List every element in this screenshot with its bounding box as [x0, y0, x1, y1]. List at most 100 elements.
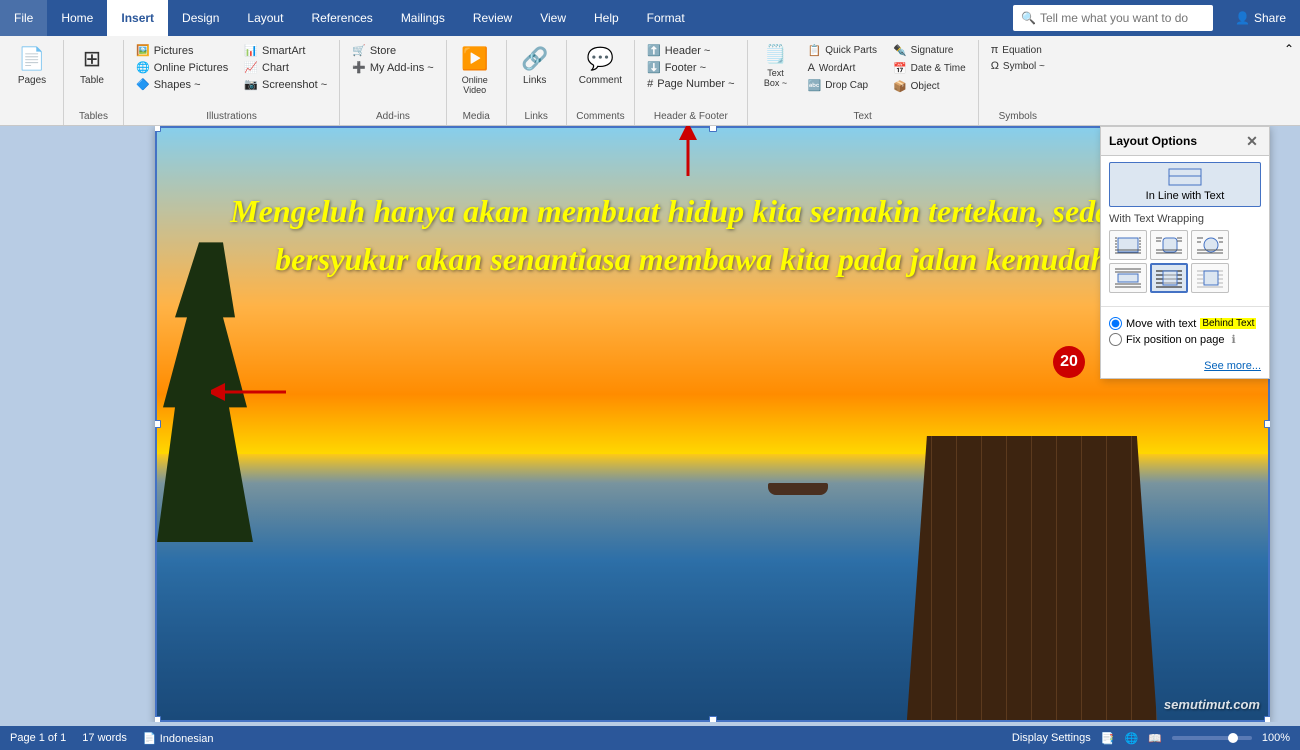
search-box[interactable]: 🔍 [1013, 5, 1213, 31]
tab-bar: File Home Insert Design Layout Reference… [0, 0, 1300, 36]
top-bottom-icon [1114, 267, 1142, 289]
tab-references[interactable]: References [297, 0, 386, 36]
handle-bottom-right[interactable] [1264, 716, 1270, 722]
view-read-icon[interactable]: 📖 [1148, 732, 1162, 745]
drop-cap-button[interactable]: 🔤 Drop Cap [802, 77, 883, 94]
handle-bottom-center[interactable] [709, 716, 717, 722]
my-addins-button[interactable]: ➕ My Add-ins ~ [346, 59, 440, 76]
table-button[interactable]: ⊞ Table [70, 42, 114, 90]
fix-position-radio[interactable] [1109, 333, 1122, 346]
handle-top-center[interactable] [709, 126, 717, 132]
tab-mailings[interactable]: Mailings [387, 0, 459, 36]
ribbon-text-label: Text [754, 109, 972, 125]
handle-bottom-left[interactable] [155, 716, 161, 722]
datetime-button[interactable]: 📅 Date & Time [887, 60, 972, 77]
ribbon-group-links: 🔗 Links Links [507, 40, 567, 125]
header-button[interactable]: ⬆️ Header ~ [641, 42, 740, 59]
store-button[interactable]: 🛒 Store [346, 42, 440, 59]
pages-button[interactable]: 📄 Pages [10, 42, 54, 90]
through-wrap-button[interactable] [1191, 230, 1229, 260]
ribbon-group-addins: 🛒 Store ➕ My Add-ins ~ Add-ins [340, 40, 447, 125]
chart-icon: 📈 [244, 61, 258, 74]
zoom-slider[interactable] [1172, 736, 1252, 740]
handle-middle-left[interactable] [155, 420, 161, 428]
smartart-button[interactable]: 📊 SmartArt [238, 42, 333, 59]
move-with-text-label: Move with text [1126, 318, 1196, 330]
ribbon-group-comments: 💬 Comment Comments [567, 40, 635, 125]
screenshot-button[interactable]: 📷 Screenshot ~ [238, 76, 333, 93]
footer-button[interactable]: ⬇️ Footer ~ [641, 59, 740, 76]
signature-icon: ✒️ [893, 44, 907, 57]
word-count: 17 words [82, 732, 127, 744]
ribbon-addins-label: Add-ins [346, 109, 440, 125]
view-web-icon[interactable]: 🌐 [1124, 732, 1138, 745]
equation-button[interactable]: π Equation [985, 42, 1051, 58]
links-button[interactable]: 🔗 Links [513, 42, 557, 90]
see-more-section: See more... [1101, 355, 1269, 378]
signature-button[interactable]: ✒️ Signature [887, 42, 972, 59]
tab-help[interactable]: Help [580, 0, 633, 36]
zoom-thumb[interactable] [1228, 733, 1238, 743]
ribbon-symbols-label: Symbols [985, 109, 1051, 125]
quickparts-icon: 📋 [808, 44, 822, 57]
tab-view[interactable]: View [526, 0, 580, 36]
ribbon-group-media: ▶️ OnlineVideo Media [447, 40, 507, 125]
handle-top-left[interactable] [155, 126, 161, 132]
wordart-icon: A [808, 62, 815, 74]
ribbon-group-symbols: π Equation Ω Symbol ~ Symbols [979, 40, 1057, 125]
right-margin [1270, 126, 1300, 722]
see-more-link[interactable]: See more... [1204, 360, 1261, 372]
square-wrap-button[interactable] [1109, 230, 1147, 260]
page-number-button[interactable]: # Page Number ~ [641, 76, 740, 92]
layout-close-button[interactable]: ✕ [1243, 132, 1261, 150]
object-button[interactable]: 📦 Object [887, 78, 972, 95]
tight-wrap-button[interactable] [1150, 230, 1188, 260]
pictures-button[interactable]: 🖼️ Pictures [130, 42, 234, 59]
in-front-text-button[interactable] [1191, 263, 1229, 293]
view-print-icon[interactable]: 📑 [1101, 732, 1115, 745]
through-wrap-icon [1196, 234, 1224, 256]
inline-with-text-button[interactable]: In Line with Text [1109, 162, 1261, 207]
store-icon: 🛒 [352, 44, 366, 57]
document-page: Mengeluh hanya akan membuat hidup kita s… [155, 126, 1270, 722]
comment-button[interactable]: 💬 Comment [573, 42, 628, 90]
tab-file[interactable]: File [0, 0, 47, 36]
video-icon: ▶️ [461, 46, 488, 72]
tab-review[interactable]: Review [459, 0, 526, 36]
layout-panel-header: Layout Options ✕ [1101, 127, 1269, 156]
symbols-col: π Equation Ω Symbol ~ [985, 42, 1051, 74]
wordart-button[interactable]: A WordArt [802, 60, 883, 76]
tab-format[interactable]: Format [633, 0, 699, 36]
layout-divider [1101, 306, 1269, 307]
zoom-level: 100% [1262, 732, 1290, 744]
fix-position-label: Fix position on page [1126, 334, 1224, 346]
hf-col: ⬆️ Header ~ ⬇️ Footer ~ # Page Number ~ [641, 42, 740, 92]
top-bottom-wrap-button[interactable] [1109, 263, 1147, 293]
behind-text-button[interactable] [1150, 263, 1188, 293]
symbol-icon: Ω [991, 60, 999, 72]
symbol-button[interactable]: Ω Symbol ~ [985, 58, 1051, 74]
textbox-button[interactable]: 🗒️ TextBox ~ [754, 42, 798, 90]
share-button[interactable]: 👤 Share [1221, 0, 1300, 36]
tab-layout[interactable]: Layout [233, 0, 297, 36]
person-icon: 👤 [1235, 11, 1250, 25]
ribbon: 📄 Pages ⊞ Table Tables 🖼️ Pictures 🌐 [0, 36, 1300, 126]
search-input[interactable] [1040, 11, 1200, 25]
shapes-button[interactable]: 🔷 Shapes ~ [130, 76, 234, 93]
online-video-button[interactable]: ▶️ OnlineVideo [453, 42, 497, 99]
tab-home[interactable]: Home [47, 0, 107, 36]
move-with-text-radio[interactable] [1109, 317, 1122, 330]
in-front-icon [1196, 267, 1224, 289]
handle-middle-right[interactable] [1264, 420, 1270, 428]
tab-insert[interactable]: Insert [107, 0, 168, 36]
ribbon-collapse-button[interactable]: ⌃ [1282, 40, 1296, 58]
badge-20: 20 [1053, 346, 1085, 378]
online-pictures-button[interactable]: 🌐 Online Pictures [130, 59, 234, 76]
tab-design[interactable]: Design [168, 0, 233, 36]
ribbon-symbols-items: π Equation Ω Symbol ~ [985, 42, 1051, 109]
quick-parts-button[interactable]: 📋 Quick Parts [802, 42, 883, 59]
layout-inline-section: In Line with Text With Text Wrapping [1101, 156, 1269, 302]
display-settings[interactable]: Display Settings [1012, 732, 1091, 744]
chart-button[interactable]: 📈 Chart [238, 59, 333, 76]
behind-text-badge: Behind Text [1200, 318, 1256, 329]
